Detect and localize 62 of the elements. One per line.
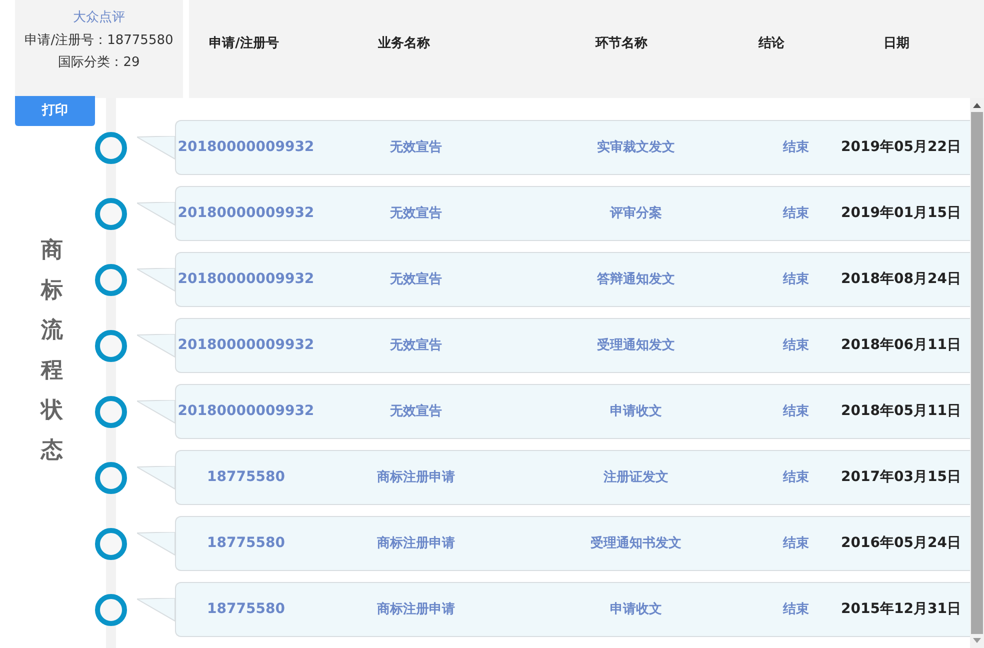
application-number: 20180000009932 <box>176 402 316 421</box>
date: 2017年03月15日 <box>840 468 962 487</box>
registration-number: 申请/注册号：18775580 <box>24 32 174 50</box>
timeline-node <box>95 528 127 560</box>
application-number: 20180000009932 <box>176 204 316 223</box>
business-name: 无效宣告 <box>388 270 443 289</box>
column-header: 环节名称 <box>594 35 648 54</box>
conclusion: 结束 <box>782 534 810 553</box>
column-header: 结论 <box>757 35 786 54</box>
step-name: 答辩通知发文 <box>596 270 676 289</box>
timeline-node <box>95 462 127 494</box>
column-header: 申请/注册号 <box>208 34 280 54</box>
step-name: 申请收文 <box>609 600 663 619</box>
conclusion: 结束 <box>782 468 810 487</box>
business-name: 商标注册申请 <box>376 468 456 487</box>
timeline-node <box>95 198 127 230</box>
step-name: 受理通知发文 <box>596 336 676 355</box>
business-name: 无效宣告 <box>388 402 443 421</box>
timeline-node <box>95 396 127 428</box>
scroll-up-icon[interactable] <box>973 102 981 108</box>
brand-name: 大众点评 <box>73 9 125 27</box>
conclusion: 结束 <box>782 204 810 223</box>
application-number: 18775580 <box>206 534 286 553</box>
step-name: 评审分案 <box>608 204 663 223</box>
date: 2016年05月24日 <box>840 534 962 553</box>
column-header: 业务名称 <box>377 35 431 54</box>
business-name: 无效宣告 <box>388 336 443 355</box>
timeline-node <box>95 264 127 296</box>
conclusion: 结束 <box>782 336 810 355</box>
conclusion: 结束 <box>782 600 810 619</box>
application-number: 20180000009932 <box>176 336 316 355</box>
step-name: 注册证发文 <box>602 468 670 487</box>
conclusion: 结束 <box>782 402 810 421</box>
date: 2018年08月24日 <box>840 270 962 289</box>
business-name: 无效宣告 <box>388 138 443 157</box>
business-name: 商标注册申请 <box>376 534 456 553</box>
business-name: 商标注册申请 <box>376 600 456 619</box>
print-button[interactable]: 打印 <box>15 96 95 126</box>
application-number: 20180000009932 <box>176 138 316 157</box>
scrollbar-thumb[interactable] <box>971 112 983 634</box>
date: 2018年05月11日 <box>840 402 962 421</box>
side-title: 商标流程状态 <box>41 237 63 466</box>
date: 2019年01月15日 <box>840 204 962 223</box>
date: 2018年06月11日 <box>840 336 962 355</box>
scroll-down-icon[interactable] <box>973 638 981 644</box>
conclusion: 结束 <box>782 270 810 289</box>
step-name: 实审裁文发文 <box>596 138 676 157</box>
timeline-node <box>95 132 127 164</box>
column-header: 日期 <box>882 35 910 54</box>
conclusion: 结束 <box>782 138 810 157</box>
step-name: 申请收文 <box>609 402 663 421</box>
application-number: 18775580 <box>206 600 286 619</box>
business-name: 无效宣告 <box>388 204 443 223</box>
scrollbar[interactable] <box>970 98 984 648</box>
timeline-node <box>95 330 127 362</box>
timeline-node <box>95 594 127 626</box>
date: 2019年05月22日 <box>840 138 962 157</box>
step-name: 受理通知书发文 <box>590 534 682 553</box>
application-number: 20180000009932 <box>176 270 316 289</box>
international-class: 国际分类：29 <box>58 54 140 72</box>
application-number: 18775580 <box>206 468 286 487</box>
date: 2015年12月31日 <box>840 600 962 619</box>
